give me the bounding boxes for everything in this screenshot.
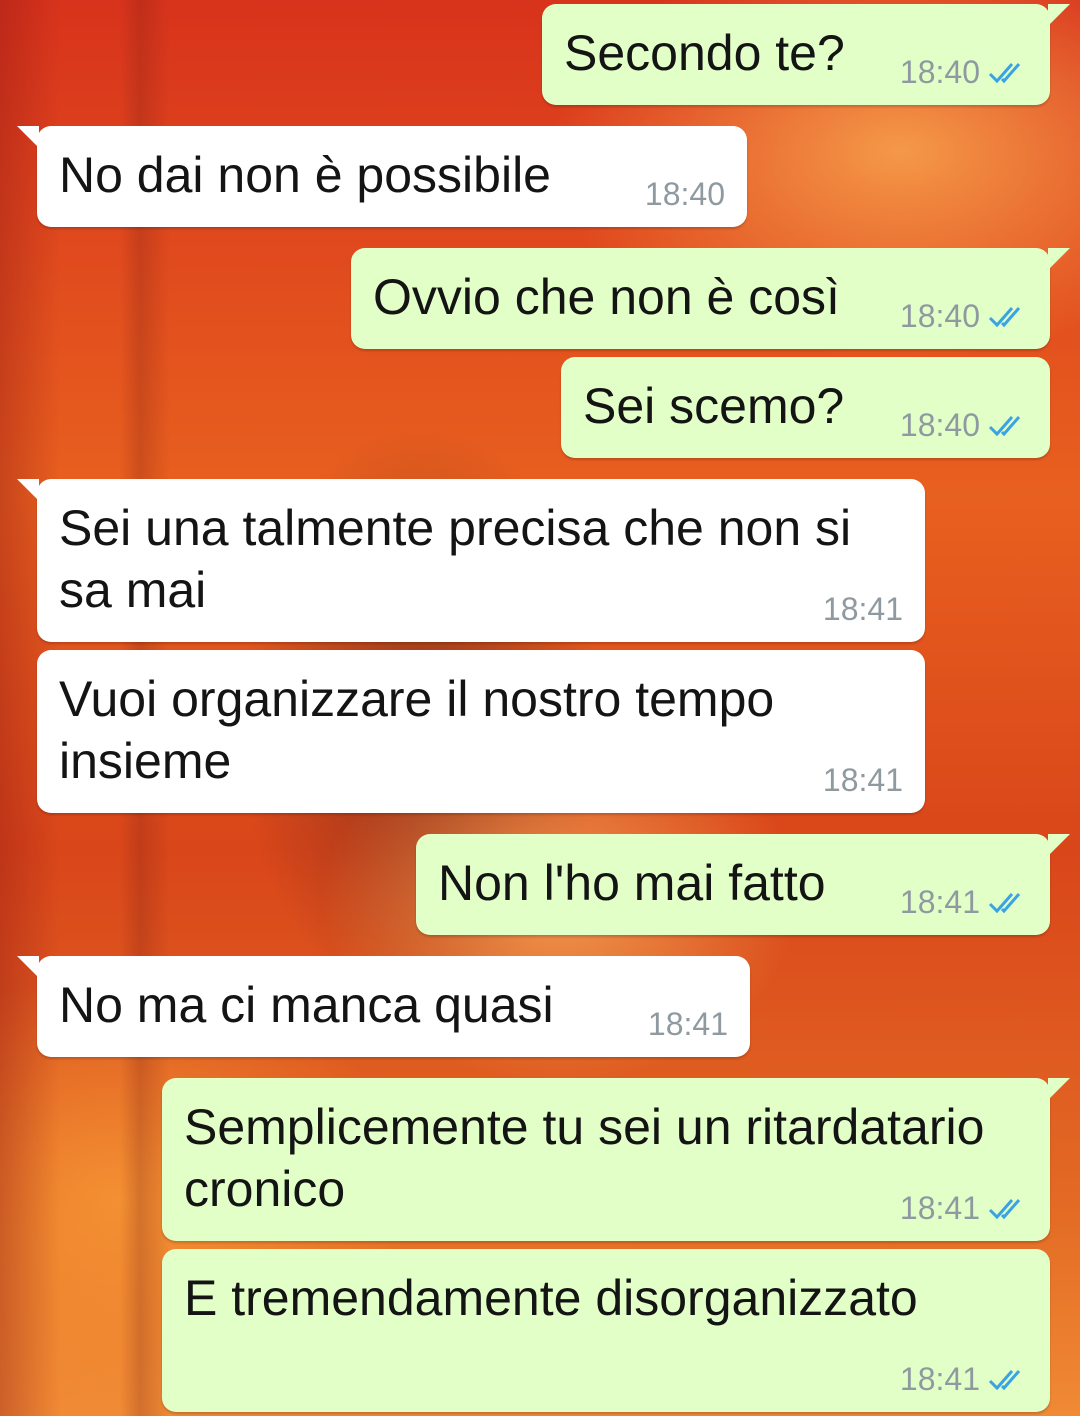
outgoing-message-bubble[interactable]: Ovvio che non è così 18:40	[351, 248, 1070, 349]
message-meta: 18:40	[900, 298, 1028, 335]
message-time: 18:40	[899, 54, 980, 90]
double-check-read-icon	[988, 1197, 1028, 1221]
incoming-message-bubble[interactable]: No dai non è possibile 18:40	[17, 126, 747, 227]
outgoing-message-bubble[interactable]: Sei scemo? 18:40	[561, 357, 1050, 458]
bubble-tail	[17, 126, 39, 148]
message-text: No ma ci manca quasi	[59, 977, 554, 1033]
double-check-read-icon	[988, 61, 1028, 85]
incoming-message-bubble[interactable]: No ma ci manca quasi 18:41	[17, 956, 750, 1057]
double-check-read-icon	[988, 1368, 1028, 1392]
message-text: Sei una talmente precisa che non si sa m…	[59, 500, 852, 618]
message-text: E tremendamente disorganizzato	[184, 1270, 918, 1326]
double-check-read-icon	[988, 305, 1028, 329]
double-check-read-icon	[988, 891, 1028, 915]
message-meta: 18:40	[900, 54, 1028, 91]
message-meta: 18:41	[648, 1006, 728, 1043]
message-text: No dai non è possibile	[59, 147, 551, 203]
message-time: 18:41	[899, 1190, 980, 1226]
incoming-message-bubble[interactable]: Vuoi organizzare il nostro tempo insieme…	[37, 650, 925, 813]
message-time: 18:41	[822, 762, 903, 798]
message-time: 18:40	[644, 176, 725, 212]
message-text: Vuoi organizzare il nostro tempo insieme	[59, 671, 775, 789]
message-meta: 18:41	[823, 762, 903, 799]
double-check-read-icon	[988, 414, 1028, 438]
bubble-tail	[1048, 834, 1070, 856]
message-meta: 18:40	[900, 407, 1028, 444]
chat-message-list[interactable]: Secondo te? 18:40 No dai non è possibile…	[0, 0, 1080, 1416]
outgoing-message-bubble[interactable]: Non l'ho mai fatto 18:41	[416, 834, 1070, 935]
message-meta: 18:40	[645, 176, 725, 213]
bubble-tail	[17, 479, 39, 501]
message-time: 18:40	[899, 298, 980, 334]
message-meta: 18:41	[900, 884, 1028, 921]
message-time: 18:41	[647, 1006, 728, 1042]
bubble-tail	[1048, 1078, 1070, 1100]
message-time: 18:41	[899, 884, 980, 920]
message-meta: 18:41	[900, 1361, 1028, 1398]
message-meta: 18:41	[823, 591, 903, 628]
incoming-message-bubble[interactable]: Sei una talmente precisa che non si sa m…	[17, 479, 925, 642]
message-time: 18:41	[899, 1361, 980, 1397]
bubble-tail	[1048, 4, 1070, 26]
bubble-tail	[17, 956, 39, 978]
outgoing-message-bubble[interactable]: E tremendamente disorganizzato 18:41	[162, 1249, 1050, 1412]
message-time: 18:40	[899, 407, 980, 443]
outgoing-message-bubble[interactable]: Secondo te? 18:40	[542, 4, 1070, 105]
outgoing-message-bubble[interactable]: Semplicemente tu sei un ritardatario cro…	[162, 1078, 1070, 1241]
message-time: 18:41	[822, 591, 903, 627]
message-meta: 18:41	[900, 1190, 1028, 1227]
bubble-tail	[1048, 248, 1070, 270]
